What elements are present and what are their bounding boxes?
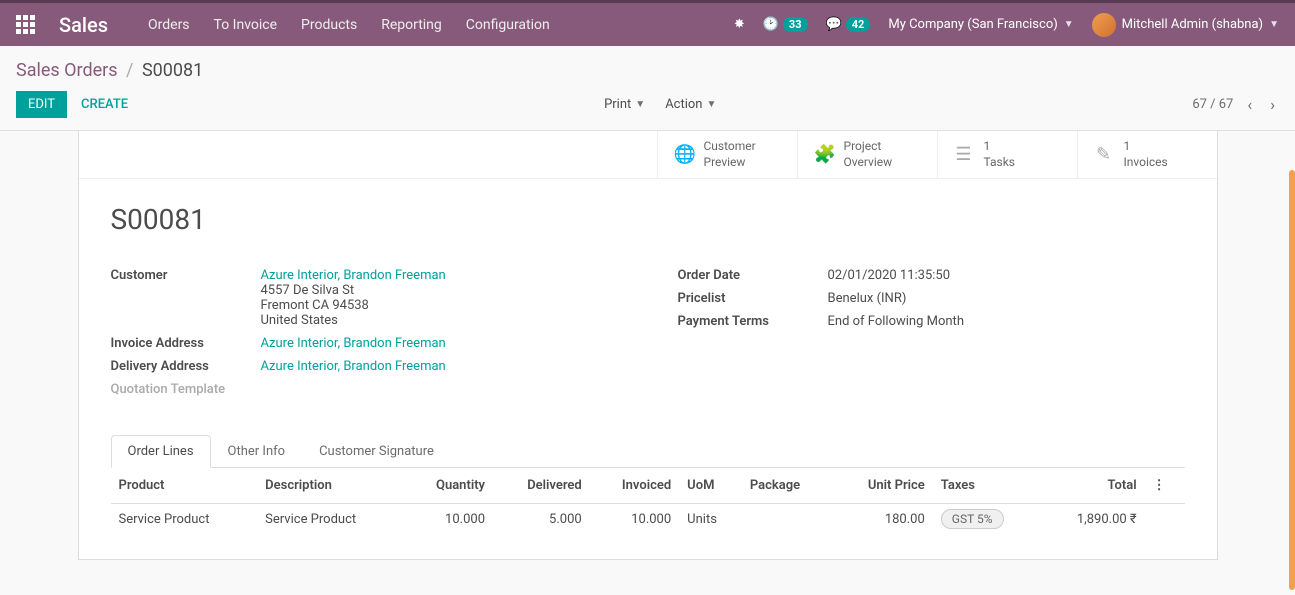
nav-menu: Orders To Invoice Products Reporting Con…	[148, 17, 550, 33]
address-line: 4557 De Silva St	[261, 283, 446, 298]
th-description: Description	[257, 468, 404, 504]
invoice-address-link[interactable]: Azure Interior, Brandon Freeman	[261, 336, 446, 351]
order-date-label: Order Date	[678, 268, 828, 283]
order-date-value: 02/01/2020 11:35:50	[828, 268, 951, 283]
stat-project-overview[interactable]: 🧩 ProjectOverview	[797, 131, 937, 178]
apps-icon[interactable]	[16, 15, 35, 34]
table-row[interactable]: Service Product Service Product 10.000 5…	[111, 504, 1185, 536]
print-dropdown[interactable]: Print ▼	[604, 97, 645, 112]
payment-terms-value: End of Following Month	[828, 314, 964, 329]
activities-count: 33	[783, 17, 808, 32]
cell-invoiced: 10.000	[590, 504, 679, 536]
tax-pill: GST 5%	[941, 509, 1004, 529]
th-uom: UoM	[679, 468, 742, 504]
tab-other-info[interactable]: Other Info	[211, 435, 303, 467]
delivery-address-label: Delivery Address	[111, 359, 261, 374]
cell-quantity: 10.000	[404, 504, 493, 536]
cell-delivered: 5.000	[493, 504, 590, 536]
quotation-template-label: Quotation Template	[111, 382, 261, 397]
th-options[interactable]: ⋮	[1145, 468, 1185, 504]
action-dropdown[interactable]: Action ▼	[665, 97, 716, 112]
th-quantity: Quantity	[404, 468, 493, 504]
th-delivered: Delivered	[493, 468, 590, 504]
cell-product: Service Product	[111, 504, 258, 536]
messages-count: 42	[846, 17, 871, 32]
cell-package	[742, 504, 833, 536]
customer-label: Customer	[111, 268, 261, 328]
customer-link[interactable]: Azure Interior, Brandon Freeman	[261, 268, 446, 283]
pager-count: 67 / 67	[1192, 97, 1233, 112]
activities-icon[interactable]: 🕑33	[763, 17, 808, 32]
pricelist-label: Pricelist	[678, 291, 828, 306]
pager-prev[interactable]: ‹	[1243, 95, 1256, 114]
stat-customer-preview[interactable]: 🌐 CustomerPreview	[657, 131, 797, 178]
nav-reporting[interactable]: Reporting	[381, 17, 442, 33]
cell-unit-price: 180.00	[833, 504, 933, 536]
tabs: Order Lines Other Info Customer Signatur…	[111, 435, 1185, 468]
nav-configuration[interactable]: Configuration	[466, 17, 550, 33]
stat-tasks[interactable]: ☰ 1Tasks	[937, 131, 1077, 178]
th-unit-price: Unit Price	[833, 468, 933, 504]
chevron-down-icon: ▼	[1064, 19, 1074, 30]
cell-taxes: GST 5%	[933, 504, 1041, 536]
th-total: Total	[1041, 468, 1145, 504]
nav-to-invoice[interactable]: To Invoice	[214, 17, 278, 33]
breadcrumb: Sales Orders / S00081	[16, 60, 1279, 81]
stat-buttons: 🌐 CustomerPreview 🧩 ProjectOverview ☰ 1T…	[79, 131, 1217, 179]
cell-total: 1,890.00 ₹	[1041, 504, 1145, 536]
th-package: Package	[742, 468, 833, 504]
nav-products[interactable]: Products	[301, 17, 357, 33]
edit-button[interactable]: EDIT	[16, 91, 67, 118]
bug-icon[interactable]: ✸	[734, 17, 745, 32]
breadcrumb-root[interactable]: Sales Orders	[16, 60, 118, 81]
address-line: United States	[261, 313, 446, 328]
cell-uom: Units	[679, 504, 742, 536]
company-selector[interactable]: My Company (San Francisco)▼	[888, 17, 1073, 32]
delivery-address-link[interactable]: Azure Interior, Brandon Freeman	[261, 359, 446, 374]
chevron-down-icon: ▼	[1269, 19, 1279, 30]
nav-orders[interactable]: Orders	[148, 17, 190, 33]
puzzle-icon: 🧩	[814, 144, 834, 165]
form-sheet: 🌐 CustomerPreview 🧩 ProjectOverview ☰ 1T…	[78, 131, 1218, 560]
user-menu[interactable]: Mitchell Admin (shabna)▼	[1092, 13, 1279, 37]
payment-terms-label: Payment Terms	[678, 314, 828, 329]
pager: 67 / 67 ‹ ›	[1192, 95, 1279, 114]
top-navbar: Sales Orders To Invoice Products Reporti…	[0, 0, 1295, 46]
cell-description: Service Product	[257, 504, 404, 536]
order-name: S00081	[111, 203, 1185, 236]
scrollbar[interactable]	[1289, 170, 1295, 590]
breadcrumb-current: S00081	[142, 60, 203, 81]
globe-icon: 🌐	[674, 144, 694, 165]
order-lines-table: Product Description Quantity Delivered I…	[111, 468, 1185, 535]
pencil-square-icon: ✎	[1094, 144, 1114, 165]
messages-icon[interactable]: 💬42	[826, 17, 871, 32]
create-button[interactable]: CREATE	[81, 97, 128, 112]
address-line: Fremont CA 94538	[261, 298, 446, 313]
systray: ✸ 🕑33 💬42 My Company (San Francisco)▼ Mi…	[734, 13, 1279, 37]
tasks-icon: ☰	[954, 144, 974, 165]
breadcrumb-row: Sales Orders / S00081	[0, 46, 1295, 85]
th-taxes: Taxes	[933, 468, 1041, 504]
avatar	[1092, 13, 1116, 37]
stat-invoices[interactable]: ✎ 1Invoices	[1077, 131, 1217, 178]
th-product: Product	[111, 468, 258, 504]
tab-order-lines[interactable]: Order Lines	[111, 435, 211, 468]
app-brand[interactable]: Sales	[59, 13, 108, 37]
pricelist-value: Benelux (INR)	[828, 291, 907, 306]
pager-next[interactable]: ›	[1266, 95, 1279, 114]
controls-row: EDIT CREATE Print ▼ Action ▼ 67 / 67 ‹ ›	[0, 85, 1295, 131]
tab-customer-signature[interactable]: Customer Signature	[302, 435, 451, 467]
th-invoiced: Invoiced	[590, 468, 679, 504]
invoice-address-label: Invoice Address	[111, 336, 261, 351]
